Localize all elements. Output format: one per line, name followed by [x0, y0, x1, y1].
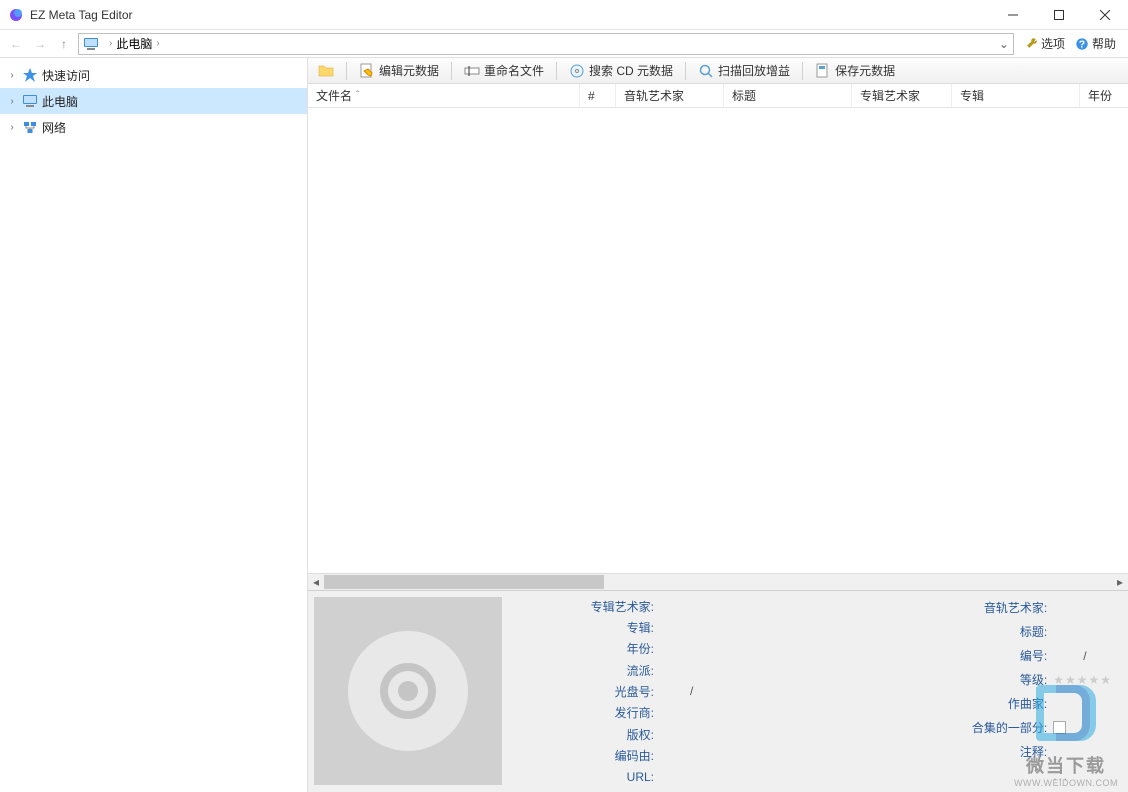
- chevron-right-icon: ›: [109, 38, 112, 49]
- scroll-right-icon[interactable]: ▸: [1112, 574, 1128, 590]
- col-track-artist[interactable]: 音轨艺术家: [616, 84, 724, 107]
- app-title: EZ Meta Tag Editor: [30, 8, 990, 22]
- window-controls: [990, 0, 1128, 29]
- col-album[interactable]: 专辑: [952, 84, 1080, 107]
- value-disc-no: /: [660, 684, 693, 698]
- rating-stars[interactable]: ★★★★★: [1053, 673, 1112, 687]
- help-button[interactable]: ? 帮助: [1075, 35, 1116, 52]
- edit-icon: [359, 63, 375, 79]
- label-genre: 流派:: [510, 662, 660, 679]
- nav-back-button[interactable]: ←: [6, 34, 26, 54]
- label-album: 专辑:: [510, 619, 660, 636]
- wrench-icon: [1024, 37, 1038, 51]
- sidebar: › 快速访问 › 此电脑 › 网络: [0, 58, 308, 792]
- search-cd-button[interactable]: 搜索 CD 元数据: [565, 60, 677, 81]
- meta-column-left: 专辑艺术家: 专辑: 年份: 流派: 光盘号:/ 发行商: 版权: 编码由: U…: [510, 597, 773, 786]
- nav-forward-button[interactable]: →: [30, 34, 50, 54]
- save-icon: [815, 63, 831, 79]
- meta-column-right: 音轨艺术家: 标题: 编号:/ 等级:★★★★★ 作曲家: 合集的一部分: 注释…: [773, 597, 1122, 786]
- rename-files-button[interactable]: 重命名文件: [460, 60, 548, 81]
- label-publisher: 发行商:: [510, 704, 660, 721]
- sort-asc-icon: ˆ: [356, 90, 359, 101]
- label-url: URL:: [510, 770, 660, 784]
- album-art-placeholder[interactable]: [314, 597, 502, 785]
- sidebar-item-quick-access[interactable]: › 快速访问: [0, 62, 307, 88]
- label-year: 年份:: [510, 640, 660, 657]
- maximize-button[interactable]: [1036, 0, 1082, 29]
- label-copyright: 版权:: [510, 726, 660, 743]
- sidebar-item-this-pc[interactable]: › 此电脑: [0, 88, 307, 114]
- network-icon: [22, 119, 38, 135]
- scroll-left-icon[interactable]: ◂: [308, 574, 324, 590]
- details-panel: 专辑艺术家: 专辑: 年份: 流派: 光盘号:/ 发行商: 版权: 编码由: U…: [308, 590, 1128, 792]
- label-title: 标题:: [773, 623, 1053, 640]
- svg-text:?: ?: [1079, 38, 1085, 50]
- file-list[interactable]: [308, 108, 1128, 573]
- chevron-right-icon: ›: [156, 38, 159, 49]
- nav-up-button[interactable]: ↑: [54, 34, 74, 54]
- label-number: 编号:: [773, 647, 1053, 664]
- disc-icon: [343, 626, 473, 756]
- label-track-artist: 音轨艺术家:: [773, 599, 1053, 616]
- col-album-artist[interactable]: 专辑艺术家: [852, 84, 952, 107]
- scan-icon: [698, 63, 714, 79]
- options-button[interactable]: 选项: [1024, 35, 1065, 52]
- value-number: /: [1053, 649, 1086, 663]
- chevron-right-icon[interactable]: ›: [6, 70, 18, 81]
- content-area: 编辑元数据 重命名文件 搜索 CD 元数据 扫描回放增益 保存元数据: [308, 58, 1128, 792]
- folder-icon: [318, 63, 334, 79]
- navbar: ← → ↑ › 此电脑 › ⌄ 选项 ? 帮助: [0, 30, 1128, 58]
- col-filename[interactable]: 文件名ˆ: [308, 84, 580, 107]
- label-compilation: 合集的一部分:: [773, 719, 1053, 736]
- close-button[interactable]: [1082, 0, 1128, 29]
- horizontal-scrollbar[interactable]: ◂ ▸: [308, 573, 1128, 590]
- edit-metadata-button[interactable]: 编辑元数据: [355, 60, 443, 81]
- pc-icon: [22, 93, 38, 109]
- save-metadata-button[interactable]: 保存元数据: [811, 60, 899, 81]
- sidebar-item-network[interactable]: › 网络: [0, 114, 307, 140]
- scan-replaygain-button[interactable]: 扫描回放增益: [694, 60, 794, 81]
- help-icon: ?: [1075, 37, 1089, 51]
- toolbar: 编辑元数据 重命名文件 搜索 CD 元数据 扫描回放增益 保存元数据: [308, 58, 1128, 84]
- label-album-artist: 专辑艺术家:: [510, 598, 660, 615]
- col-title[interactable]: 标题: [724, 84, 852, 107]
- star-icon: [22, 67, 38, 83]
- compilation-checkbox[interactable]: [1053, 721, 1066, 734]
- cd-icon: [569, 63, 585, 79]
- pc-icon: [83, 36, 99, 52]
- rename-icon: [464, 63, 480, 79]
- label-comment: 注释:: [773, 743, 1053, 760]
- label-composer: 作曲家:: [773, 695, 1053, 712]
- col-number[interactable]: #: [580, 84, 616, 107]
- breadcrumb[interactable]: › 此电脑 › ⌄: [78, 33, 1014, 55]
- chevron-down-icon[interactable]: ⌄: [999, 37, 1009, 51]
- chevron-right-icon[interactable]: ›: [6, 122, 18, 133]
- col-year[interactable]: 年份: [1080, 84, 1128, 107]
- app-icon: [8, 7, 24, 23]
- titlebar: EZ Meta Tag Editor: [0, 0, 1128, 30]
- breadcrumb-location[interactable]: 此电脑: [116, 35, 152, 52]
- more-button[interactable]: ...: [1053, 769, 1069, 783]
- folder-up-button[interactable]: [314, 61, 338, 81]
- label-rating: 等级:: [773, 671, 1053, 688]
- minimize-button[interactable]: [990, 0, 1036, 29]
- label-encoded-by: 编码由:: [510, 747, 660, 764]
- chevron-right-icon[interactable]: ›: [6, 96, 18, 107]
- scrollbar-thumb[interactable]: [324, 575, 604, 589]
- label-disc-no: 光盘号:: [510, 683, 660, 700]
- column-headers: 文件名ˆ # 音轨艺术家 标题 专辑艺术家 专辑 年份: [308, 84, 1128, 108]
